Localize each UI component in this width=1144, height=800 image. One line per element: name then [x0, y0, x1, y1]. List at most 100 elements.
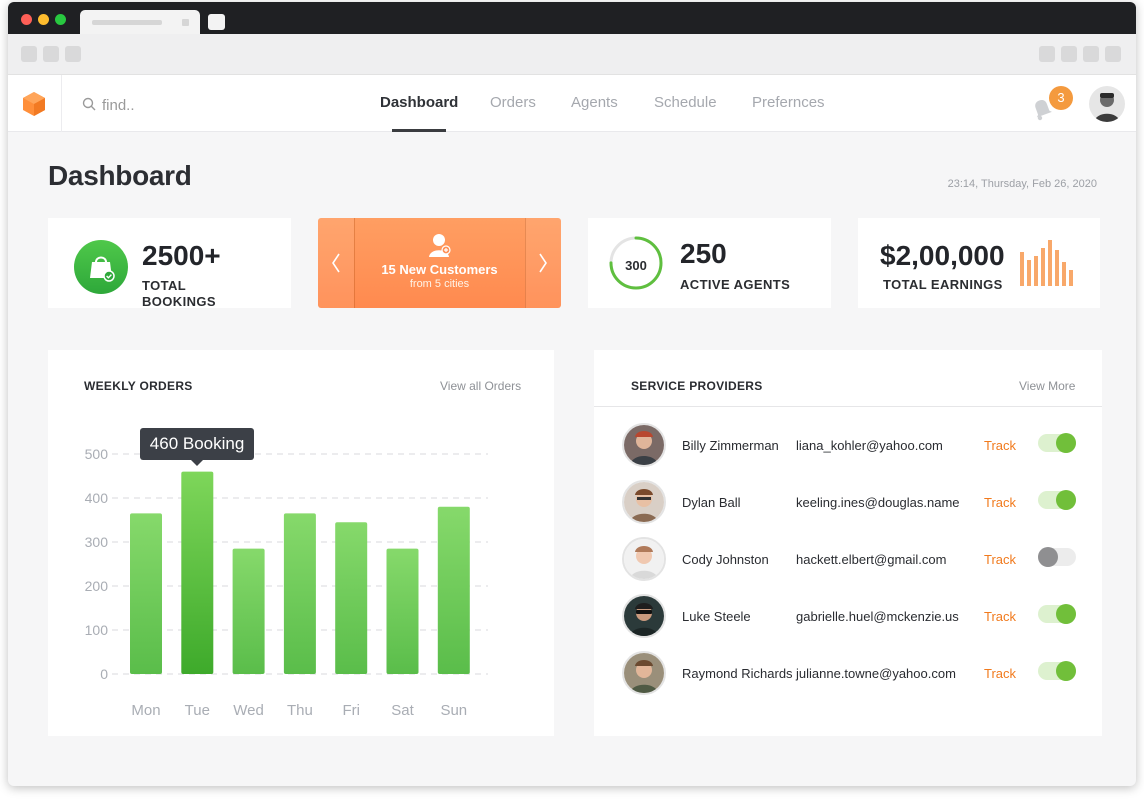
x-tick-label: Wed	[233, 702, 264, 719]
toggle-knob	[1056, 433, 1076, 453]
y-tick-label: 400	[85, 490, 109, 506]
new-customers-carousel: 15 New Customers from 5 cities	[318, 218, 561, 308]
y-tick-label: 300	[85, 534, 109, 550]
x-tick-label: Fri	[342, 702, 360, 719]
y-tick-label: 500	[85, 446, 109, 462]
notification-badge: 3	[1049, 86, 1073, 110]
agents-ring-value: 300	[625, 258, 647, 273]
provider-name: Cody Johnston	[682, 552, 769, 567]
current-datetime: 23:14, Thursday, Feb 26, 2020	[947, 178, 1097, 190]
service-providers-title: SERVICE PROVIDERS	[631, 379, 763, 393]
active-agents-card: 300 250 ACTIVE AGENTS	[588, 218, 831, 308]
toggle-knob	[1056, 490, 1076, 510]
x-tick-label: Mon	[131, 702, 160, 719]
tab-close-icon[interactable]	[182, 19, 189, 26]
forward-button[interactable]	[43, 46, 59, 62]
provider-toggle[interactable]	[1038, 433, 1076, 453]
chart-bar-sat[interactable]	[386, 548, 419, 674]
maximize-window-button[interactable]	[55, 14, 66, 25]
chart-bar-thu[interactable]	[283, 513, 316, 674]
chevron-right-icon	[539, 253, 547, 273]
browser-tab[interactable]	[80, 10, 200, 34]
weekly-orders-panel: WEEKLY ORDERS View all Orders 0 100 200 300…	[48, 350, 554, 736]
provider-avatar[interactable]	[622, 651, 666, 695]
search-input[interactable]	[102, 94, 302, 116]
active-agents-label: ACTIVE AGENTS	[680, 277, 791, 292]
nav-link-preferences[interactable]: Prefernces	[752, 94, 825, 111]
search-icon	[82, 97, 96, 111]
weekly-orders-chart: 0 100 200 300 400 500 Mon Tue Wed Thu Fri Sat Sun	[85, 446, 488, 719]
reload-button[interactable]	[65, 46, 81, 62]
chart-bar-mon[interactable]	[130, 513, 162, 674]
y-tick-label: 0	[100, 666, 108, 682]
new-tab-button[interactable]	[208, 14, 225, 30]
toggle-knob	[1056, 604, 1076, 624]
provider-name: Raymond Richards	[682, 666, 793, 681]
title-bar	[8, 2, 1136, 34]
total-bookings-value: 2500+	[142, 240, 221, 271]
toolbar-button-2[interactable]	[1061, 46, 1077, 62]
x-tick-label: Thu	[287, 702, 313, 719]
close-window-button[interactable]	[21, 14, 32, 25]
chevron-left-icon	[332, 253, 340, 273]
provider-email: hackett.elbert@gmail.com	[796, 552, 947, 567]
provider-row: Cody Johnston hackett.elbert@gmail.com T…	[594, 531, 1102, 588]
chart-bar-sun[interactable]	[437, 506, 470, 674]
logo-cell	[8, 75, 62, 132]
toolbar-button-3[interactable]	[1083, 46, 1099, 62]
active-nav-indicator	[392, 129, 446, 132]
app-navbar: Dashboard Orders Agents Schedule Prefern…	[8, 75, 1136, 132]
toolbar-button-4[interactable]	[1105, 46, 1121, 62]
toolbar-button-1[interactable]	[1039, 46, 1055, 62]
nav-link-orders[interactable]: Orders	[490, 94, 536, 111]
track-link[interactable]: Track	[984, 552, 1016, 567]
provider-row: Billy Zimmerman liana_kohler@yahoo.com T…	[594, 417, 1102, 474]
tab-title-placeholder	[92, 20, 162, 25]
provider-email: liana_kohler@yahoo.com	[796, 438, 943, 453]
track-link[interactable]: Track	[984, 609, 1016, 624]
chart-bar-fri[interactable]	[335, 522, 368, 674]
nav-link-agents[interactable]: Agents	[571, 94, 618, 111]
toggle-knob	[1038, 547, 1058, 567]
view-more-link[interactable]: View More	[1019, 379, 1075, 393]
provider-toggle[interactable]	[1038, 490, 1076, 510]
panel-divider	[594, 406, 1102, 407]
chart-bar-wed[interactable]	[232, 548, 265, 674]
provider-email: keeling.ines@douglas.name	[796, 495, 960, 510]
carousel-next-button[interactable]	[525, 218, 561, 308]
nav-link-dashboard[interactable]: Dashboard	[380, 94, 458, 111]
chart-bar-tue[interactable]	[181, 471, 214, 674]
provider-avatar[interactable]	[622, 423, 666, 467]
track-link[interactable]: Track	[984, 666, 1016, 681]
minimize-window-button[interactable]	[38, 14, 49, 25]
provider-avatar[interactable]	[622, 594, 666, 638]
active-agents-value: 250	[680, 238, 727, 269]
provider-avatar[interactable]	[622, 480, 666, 524]
total-earnings-value: $2,00,000	[880, 240, 1005, 271]
promo-subtitle: from 5 cities	[409, 278, 470, 290]
provider-toggle[interactable]	[1038, 661, 1076, 681]
back-button[interactable]	[21, 46, 37, 62]
track-link[interactable]: Track	[984, 438, 1016, 453]
provider-row: Raymond Richards julianne.towne@yahoo.co…	[594, 645, 1102, 702]
page-title: Dashboard	[48, 160, 192, 191]
add-user-icon	[429, 234, 451, 257]
carousel-prev-button[interactable]	[318, 218, 354, 308]
nav-link-schedule[interactable]: Schedule	[654, 94, 717, 111]
service-providers-panel: SERVICE PROVIDERS View More Billy Zimmer…	[594, 350, 1102, 736]
promo-title: 15 New Customers	[381, 262, 498, 277]
track-link[interactable]: Track	[984, 495, 1016, 510]
provider-email: gabrielle.huel@mckenzie.us	[796, 609, 959, 624]
y-tick-label: 100	[85, 622, 109, 638]
provider-avatar[interactable]	[622, 537, 666, 581]
total-bookings-label-line2: BOOKINGS	[142, 294, 216, 309]
hexagon-logo-icon[interactable]	[22, 91, 46, 117]
provider-name: Luke Steele	[682, 609, 751, 624]
user-avatar[interactable]	[1089, 86, 1125, 122]
y-tick-label: 200	[85, 578, 109, 594]
shopping-bag-icon	[74, 240, 128, 294]
x-tick-label: Sun	[440, 702, 467, 719]
provider-name: Dylan Ball	[682, 495, 741, 510]
provider-toggle[interactable]	[1038, 547, 1076, 567]
provider-toggle[interactable]	[1038, 604, 1076, 624]
